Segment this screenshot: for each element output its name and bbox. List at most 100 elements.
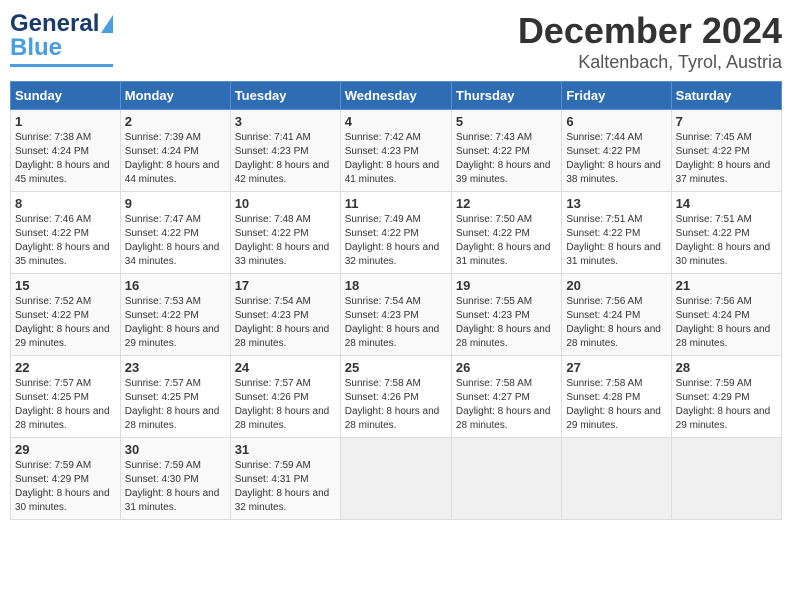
- calendar-cell: 22 Sunrise: 7:57 AMSunset: 4:25 PMDayligh…: [11, 356, 121, 438]
- calendar-cell: 20 Sunrise: 7:56 AMSunset: 4:24 PMDayligh…: [562, 274, 671, 356]
- day-number: 4: [345, 114, 447, 129]
- header-day-monday: Monday: [120, 82, 230, 110]
- calendar-cell: 11Sunrise: 7:49 AMSunset: 4:22 PMDayligh…: [340, 192, 451, 274]
- day-number: 16: [125, 278, 226, 293]
- calendar-cell: [340, 438, 451, 520]
- calendar-cell: 21Sunrise: 7:56 AMSunset: 4:24 PMDayligh…: [671, 274, 781, 356]
- day-info: Sunrise: 7:47 AMSunset: 4:22 PMDaylight:…: [125, 213, 226, 269]
- day-info: Sunrise: 7:41 AMSunset: 4:23 PMDaylight:…: [235, 131, 336, 187]
- header-day-thursday: Thursday: [451, 82, 561, 110]
- day-info: Sunrise: 7:57 AMSunset: 4:26 PMDaylight:…: [235, 377, 336, 433]
- calendar-cell: 26 Sunrise: 7:58 AMSunset: 4:27 PMDayligh…: [451, 356, 561, 438]
- calendar-cell: 25 Sunrise: 7:58 AMSunset: 4:26 PMDayligh…: [340, 356, 451, 438]
- header: General Blue December 2024 Kaltenbach, T…: [10, 10, 782, 73]
- calendar-cell: 5 Sunrise: 7:43 AMSunset: 4:22 PMDaylight…: [451, 110, 561, 192]
- day-info: Sunrise: 7:52 AMSunset: 4:22 PMDaylight:…: [15, 295, 116, 351]
- day-number: 7: [676, 114, 777, 129]
- calendar-cell: 30Sunrise: 7:59 AMSunset: 4:30 PMDayligh…: [120, 438, 230, 520]
- day-info: Sunrise: 7:46 AMSunset: 4:22 PMDaylight:…: [15, 213, 116, 269]
- logo-blue: Blue: [10, 34, 62, 62]
- calendar-cell: 19Sunrise: 7:55 AMSunset: 4:23 PMDayligh…: [451, 274, 561, 356]
- day-info: Sunrise: 7:50 AMSunset: 4:22 PMDaylight:…: [456, 213, 557, 269]
- calendar-cell: 18 Sunrise: 7:54 AMSunset: 4:23 PMDayligh…: [340, 274, 451, 356]
- day-info: Sunrise: 7:57 AMSunset: 4:25 PMDaylight:…: [125, 377, 226, 433]
- day-number: 12: [456, 196, 557, 211]
- day-number: 8: [15, 196, 116, 211]
- day-number: 30: [125, 442, 226, 457]
- calendar-cell: 8 Sunrise: 7:46 AMSunset: 4:22 PMDaylight…: [11, 192, 121, 274]
- calendar-cell: 12 Sunrise: 7:50 AMSunset: 4:22 PMDayligh…: [451, 192, 561, 274]
- calendar-cell: 24Sunrise: 7:57 AMSunset: 4:26 PMDayligh…: [230, 356, 340, 438]
- page-title: December 2024: [518, 10, 782, 52]
- day-number: 1: [15, 114, 116, 129]
- page-subtitle: Kaltenbach, Tyrol, Austria: [518, 52, 782, 73]
- day-info: Sunrise: 7:45 AMSunset: 4:22 PMDaylight:…: [676, 131, 777, 187]
- day-number: 17: [235, 278, 336, 293]
- day-info: Sunrise: 7:39 AMSunset: 4:24 PMDaylight:…: [125, 131, 226, 187]
- day-info: Sunrise: 7:43 AMSunset: 4:22 PMDaylight:…: [456, 131, 557, 187]
- logo-line: [10, 64, 113, 67]
- calendar-header-row: SundayMondayTuesdayWednesdayThursdayFrid…: [11, 82, 782, 110]
- title-area: December 2024 Kaltenbach, Tyrol, Austria: [518, 10, 782, 73]
- calendar-cell: [562, 438, 671, 520]
- day-info: Sunrise: 7:58 AMSunset: 4:27 PMDaylight:…: [456, 377, 557, 433]
- calendar-week-row: 15Sunrise: 7:52 AMSunset: 4:22 PMDayligh…: [11, 274, 782, 356]
- day-number: 2: [125, 114, 226, 129]
- day-number: 27: [566, 360, 666, 375]
- day-number: 22: [15, 360, 116, 375]
- day-number: 6: [566, 114, 666, 129]
- day-number: 21: [676, 278, 777, 293]
- day-info: Sunrise: 7:55 AMSunset: 4:23 PMDaylight:…: [456, 295, 557, 351]
- calendar-week-row: 1 Sunrise: 7:38 AMSunset: 4:24 PMDaylight…: [11, 110, 782, 192]
- day-info: Sunrise: 7:53 AMSunset: 4:22 PMDaylight:…: [125, 295, 226, 351]
- day-info: Sunrise: 7:54 AMSunset: 4:23 PMDaylight:…: [345, 295, 447, 351]
- day-info: Sunrise: 7:58 AMSunset: 4:26 PMDaylight:…: [345, 377, 447, 433]
- calendar-week-row: 22 Sunrise: 7:57 AMSunset: 4:25 PMDayligh…: [11, 356, 782, 438]
- logo: General Blue: [10, 10, 113, 67]
- calendar-cell: 2 Sunrise: 7:39 AMSunset: 4:24 PMDaylight…: [120, 110, 230, 192]
- day-info: Sunrise: 7:56 AMSunset: 4:24 PMDaylight:…: [566, 295, 666, 351]
- calendar-cell: 23 Sunrise: 7:57 AMSunset: 4:25 PMDayligh…: [120, 356, 230, 438]
- day-number: 13: [566, 196, 666, 211]
- calendar-cell: 9 Sunrise: 7:47 AMSunset: 4:22 PMDaylight…: [120, 192, 230, 274]
- calendar-cell: 28Sunrise: 7:59 AMSunset: 4:29 PMDayligh…: [671, 356, 781, 438]
- day-info: Sunrise: 7:57 AMSunset: 4:25 PMDaylight:…: [15, 377, 116, 433]
- day-number: 20: [566, 278, 666, 293]
- calendar-cell: 16 Sunrise: 7:53 AMSunset: 4:22 PMDayligh…: [120, 274, 230, 356]
- calendar-cell: [671, 438, 781, 520]
- day-info: Sunrise: 7:51 AMSunset: 4:22 PMDaylight:…: [566, 213, 666, 269]
- header-day-wednesday: Wednesday: [340, 82, 451, 110]
- calendar-cell: 6Sunrise: 7:44 AMSunset: 4:22 PMDaylight…: [562, 110, 671, 192]
- day-number: 10: [235, 196, 336, 211]
- day-number: 26: [456, 360, 557, 375]
- day-number: 9: [125, 196, 226, 211]
- header-day-sunday: Sunday: [11, 82, 121, 110]
- calendar-cell: 10 Sunrise: 7:48 AMSunset: 4:22 PMDayligh…: [230, 192, 340, 274]
- calendar-cell: 4 Sunrise: 7:42 AMSunset: 4:23 PMDaylight…: [340, 110, 451, 192]
- day-info: Sunrise: 7:58 AMSunset: 4:28 PMDaylight:…: [566, 377, 666, 433]
- day-number: 18: [345, 278, 447, 293]
- calendar-cell: 17Sunrise: 7:54 AMSunset: 4:23 PMDayligh…: [230, 274, 340, 356]
- header-day-saturday: Saturday: [671, 82, 781, 110]
- day-number: 23: [125, 360, 226, 375]
- calendar-cell: 13 Sunrise: 7:51 AMSunset: 4:22 PMDayligh…: [562, 192, 671, 274]
- calendar-cell: 15Sunrise: 7:52 AMSunset: 4:22 PMDayligh…: [11, 274, 121, 356]
- calendar-cell: 7 Sunrise: 7:45 AMSunset: 4:22 PMDaylight…: [671, 110, 781, 192]
- calendar-week-row: 29Sunrise: 7:59 AMSunset: 4:29 PMDayligh…: [11, 438, 782, 520]
- calendar-cell: 31Sunrise: 7:59 AMSunset: 4:31 PMDayligh…: [230, 438, 340, 520]
- day-info: Sunrise: 7:42 AMSunset: 4:23 PMDaylight:…: [345, 131, 447, 187]
- calendar-week-row: 8 Sunrise: 7:46 AMSunset: 4:22 PMDaylight…: [11, 192, 782, 274]
- day-info: Sunrise: 7:48 AMSunset: 4:22 PMDaylight:…: [235, 213, 336, 269]
- day-info: Sunrise: 7:38 AMSunset: 4:24 PMDaylight:…: [15, 131, 116, 187]
- day-number: 25: [345, 360, 447, 375]
- day-info: Sunrise: 7:59 AMSunset: 4:29 PMDaylight:…: [676, 377, 777, 433]
- day-info: Sunrise: 7:59 AMSunset: 4:31 PMDaylight:…: [235, 459, 336, 515]
- calendar: SundayMondayTuesdayWednesdayThursdayFrid…: [10, 81, 782, 520]
- logo-icon: [101, 15, 113, 33]
- day-number: 14: [676, 196, 777, 211]
- calendar-cell: [451, 438, 561, 520]
- day-number: 3: [235, 114, 336, 129]
- day-number: 5: [456, 114, 557, 129]
- header-day-friday: Friday: [562, 82, 671, 110]
- header-day-tuesday: Tuesday: [230, 82, 340, 110]
